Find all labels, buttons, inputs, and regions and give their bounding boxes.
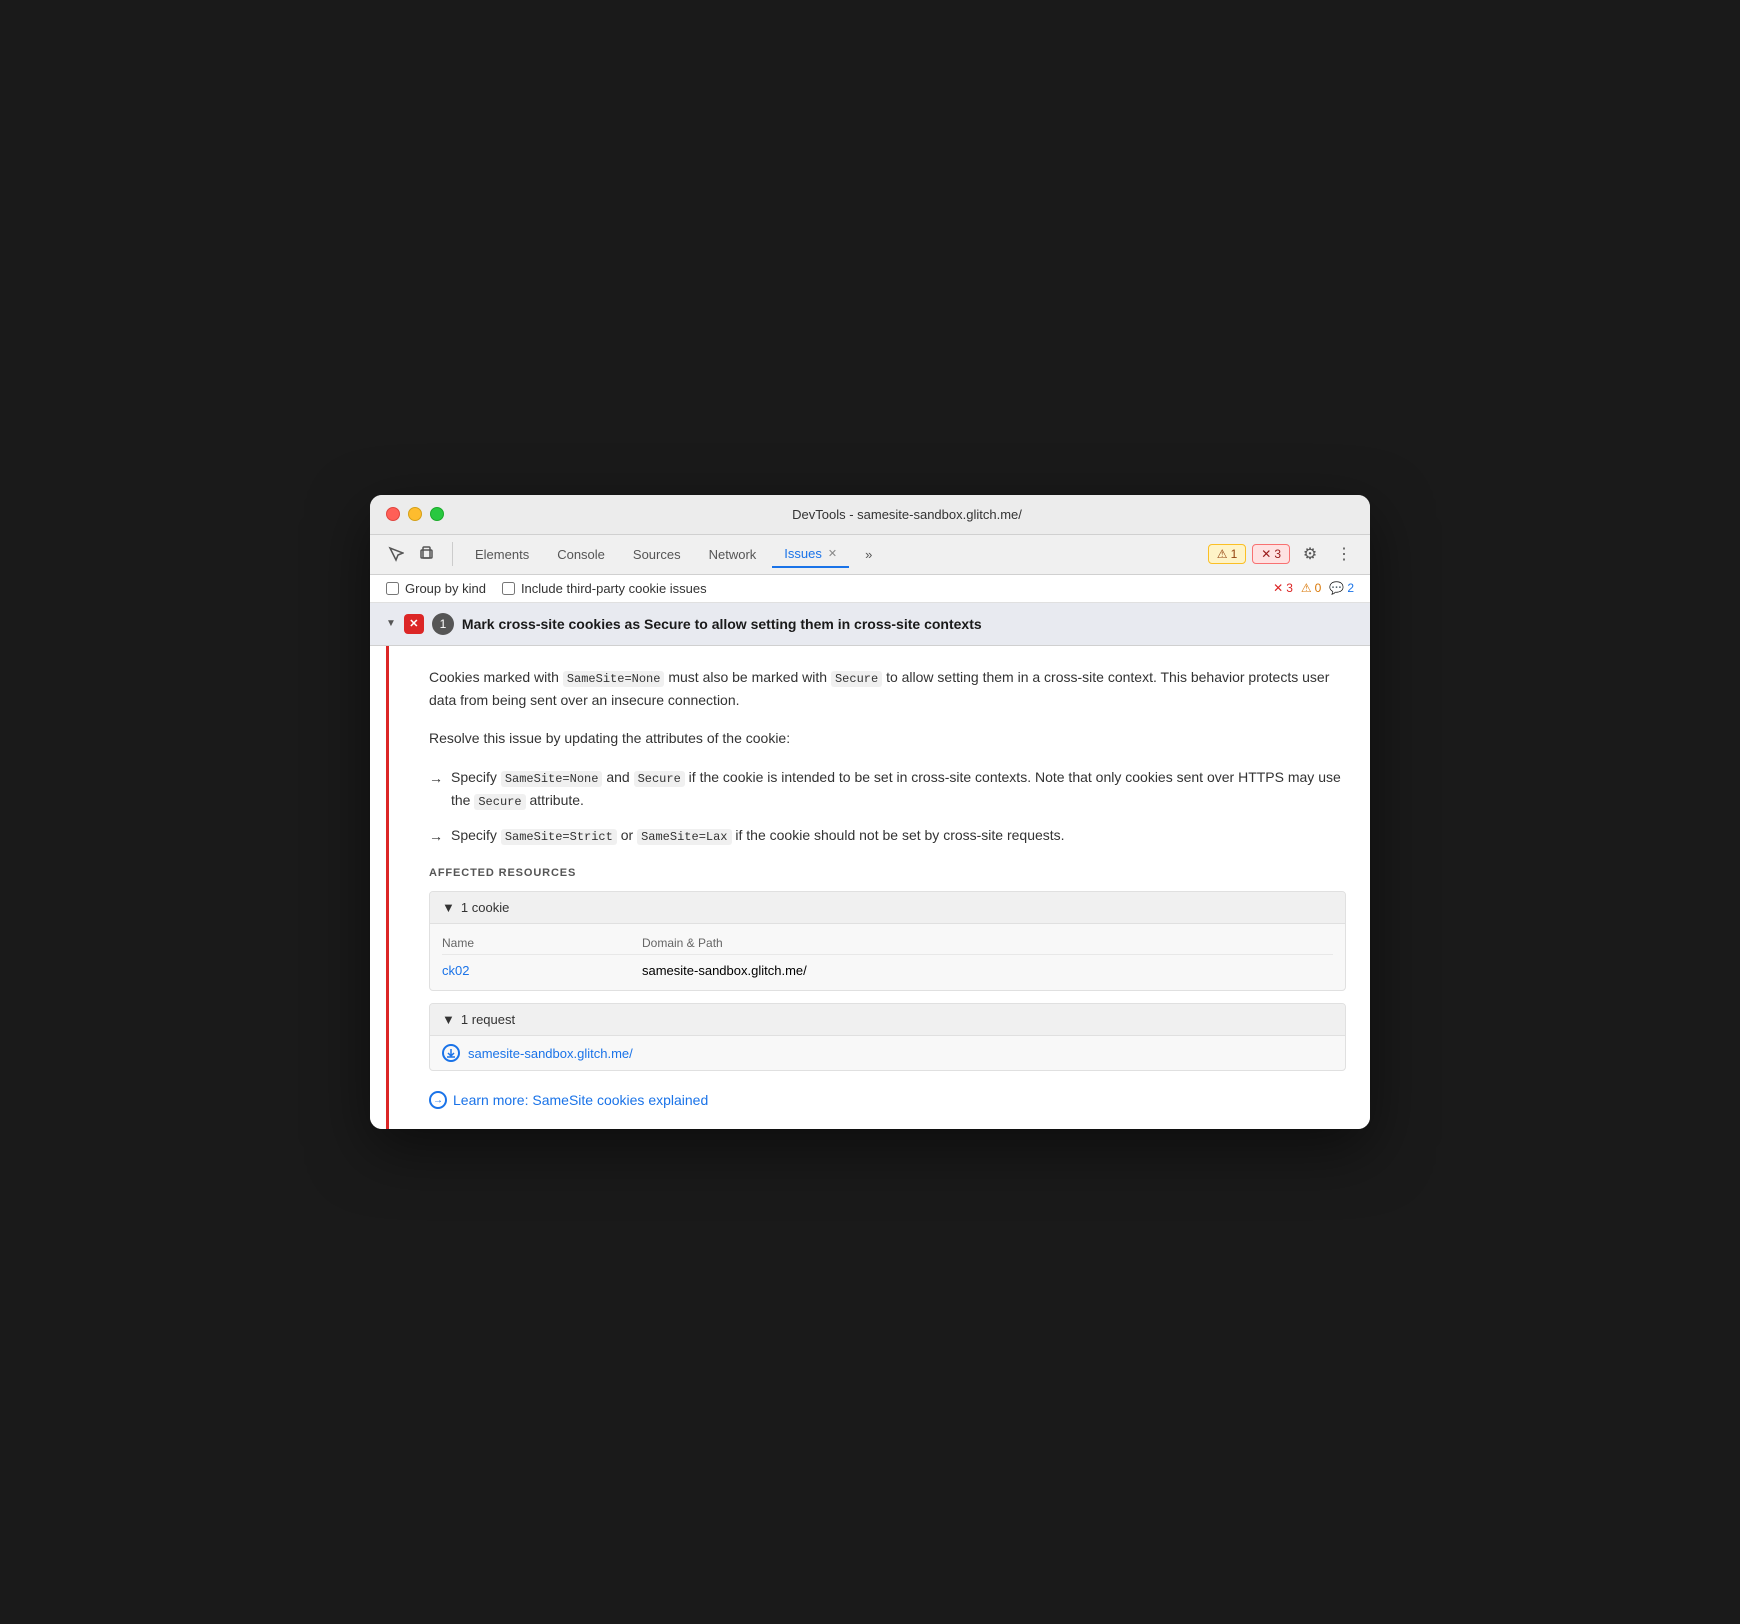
bullet-item-1: → Specify SameSite=None and Secure if th… [429,766,1346,812]
error-icon: ✕ [1261,547,1271,561]
affected-resources: AFFECTED RESOURCES ▼ 1 cookie Name Domai… [429,867,1346,1109]
tab-more[interactable]: » [853,540,884,568]
error-count-value: 3 [1286,581,1293,595]
bullet-text-2: Specify SameSite=Strict or SameSite=Lax … [451,824,1065,847]
arrow-icon-2: → [429,825,443,847]
cookie-section-header[interactable]: ▼ 1 cookie [430,892,1345,924]
device-icon[interactable] [414,540,442,568]
code-secure-2: Secure [634,771,685,787]
traffic-lights [386,507,444,521]
tab-elements[interactable]: Elements [463,540,541,568]
col-header-domain: Domain & Path [642,936,1333,950]
code-secure-1: Secure [831,671,882,687]
issue-description: Cookies marked with SameSite=None must a… [429,666,1346,712]
affected-label: AFFECTED RESOURCES [429,867,1346,879]
minimize-button[interactable] [408,507,422,521]
warning-icon: ⚠ [1217,547,1228,561]
request-download-icon [442,1044,460,1062]
error-count-icon: ✕ [1273,581,1283,595]
more-options-icon[interactable]: ⋮ [1330,540,1358,568]
learn-more: → Learn more: SameSite cookies explained [429,1091,1346,1109]
bullet-item-2: → Specify SameSite=Strict or SameSite=La… [429,824,1346,847]
warning-count-value: 0 [1315,581,1322,595]
issue-body: Cookies marked with SameSite=None must a… [386,646,1370,1130]
cookie-domain: samesite-sandbox.glitch.me/ [642,963,1333,978]
request-section: ▼ 1 request samesite-s [429,1003,1346,1071]
request-count: 1 request [461,1012,515,1027]
info-count-value: 2 [1347,581,1354,595]
resolve-text: Resolve this issue by updating the attri… [429,727,1346,749]
error-count-badge: ✕ 3 [1273,581,1293,595]
cookie-name: ck02 [442,963,642,978]
third-party-checkbox[interactable] [502,582,515,595]
warning-count-badge: ⚠ 0 [1301,581,1321,595]
learn-more-icon: → [429,1091,447,1109]
group-by-kind-checkbox[interactable] [386,582,399,595]
cookie-count: 1 cookie [461,900,509,915]
cookie-name-link[interactable]: ck02 [442,963,469,978]
tab-network[interactable]: Network [697,540,769,568]
group-by-kind-label[interactable]: Group by kind [386,581,486,596]
bullet-text-1: Specify SameSite=None and Secure if the … [451,766,1346,812]
toolbar-divider [452,542,453,566]
third-party-label[interactable]: Include third-party cookie issues [502,581,707,596]
settings-icon[interactable]: ⚙ [1296,540,1324,568]
filter-bar: Group by kind Include third-party cookie… [370,575,1370,603]
request-url-link[interactable]: samesite-sandbox.glitch.me/ [468,1046,633,1061]
code-secure-3: Secure [474,794,525,810]
info-count-badge: 💬 2 [1329,581,1354,595]
error-badge[interactable]: ✕ 3 [1252,544,1290,564]
titlebar: DevTools - samesite-sandbox.glitch.me/ [370,495,1370,535]
cookie-section: ▼ 1 cookie Name Domain & Path [429,891,1346,991]
warning-count: 1 [1231,547,1238,561]
inspect-icon[interactable] [382,540,410,568]
code-samesite-none-1: SameSite=None [563,671,665,687]
cookie-table: Name Domain & Path ck02 samesite-sandbox… [430,924,1345,990]
tab-console[interactable]: Console [545,540,617,568]
cookie-table-header: Name Domain & Path [442,932,1333,955]
request-section-header[interactable]: ▼ 1 request [430,1004,1345,1036]
issue-title: Mark cross-site cookies as Secure to all… [462,616,982,632]
request-chevron-icon: ▼ [442,1012,455,1027]
tab-sources[interactable]: Sources [621,540,693,568]
filter-counts: ✕ 3 ⚠ 0 💬 2 [1273,581,1354,595]
tab-close-icon[interactable]: ✕ [828,547,837,560]
main-content: ▼ ✕ 1 Mark cross-site cookies as Secure … [370,603,1370,1130]
window-title: DevTools - samesite-sandbox.glitch.me/ [460,507,1354,522]
toolbar-right: ⚠ 1 ✕ 3 ⚙ ⋮ [1208,540,1358,568]
warning-count-icon: ⚠ [1301,581,1312,595]
arrow-icon-1: → [429,767,443,812]
error-count: 3 [1274,547,1281,561]
request-item: samesite-sandbox.glitch.me/ [430,1036,1345,1070]
tab-issues[interactable]: Issues ✕ [772,540,849,568]
issue-count-badge: 1 [432,613,454,635]
error-badge-icon: ✕ [404,614,424,634]
devtools-window: DevTools - samesite-sandbox.glitch.me/ E… [370,495,1370,1130]
code-samesite-strict: SameSite=Strict [501,829,617,845]
code-samesite-lax: SameSite=Lax [637,829,731,845]
issue-header[interactable]: ▼ ✕ 1 Mark cross-site cookies as Secure … [370,603,1370,646]
col-header-name: Name [442,936,642,950]
learn-more-link[interactable]: Learn more: SameSite cookies explained [453,1092,708,1108]
info-count-icon: 💬 [1329,581,1344,595]
table-row: ck02 samesite-sandbox.glitch.me/ [442,959,1333,982]
close-button[interactable] [386,507,400,521]
cookie-chevron-icon: ▼ [442,900,455,915]
chevron-down-icon: ▼ [386,618,396,629]
warning-badge[interactable]: ⚠ 1 [1208,544,1246,564]
toolbar: Elements Console Sources Network Issues … [370,535,1370,575]
code-samesite-none-2: SameSite=None [501,771,603,787]
maximize-button[interactable] [430,507,444,521]
